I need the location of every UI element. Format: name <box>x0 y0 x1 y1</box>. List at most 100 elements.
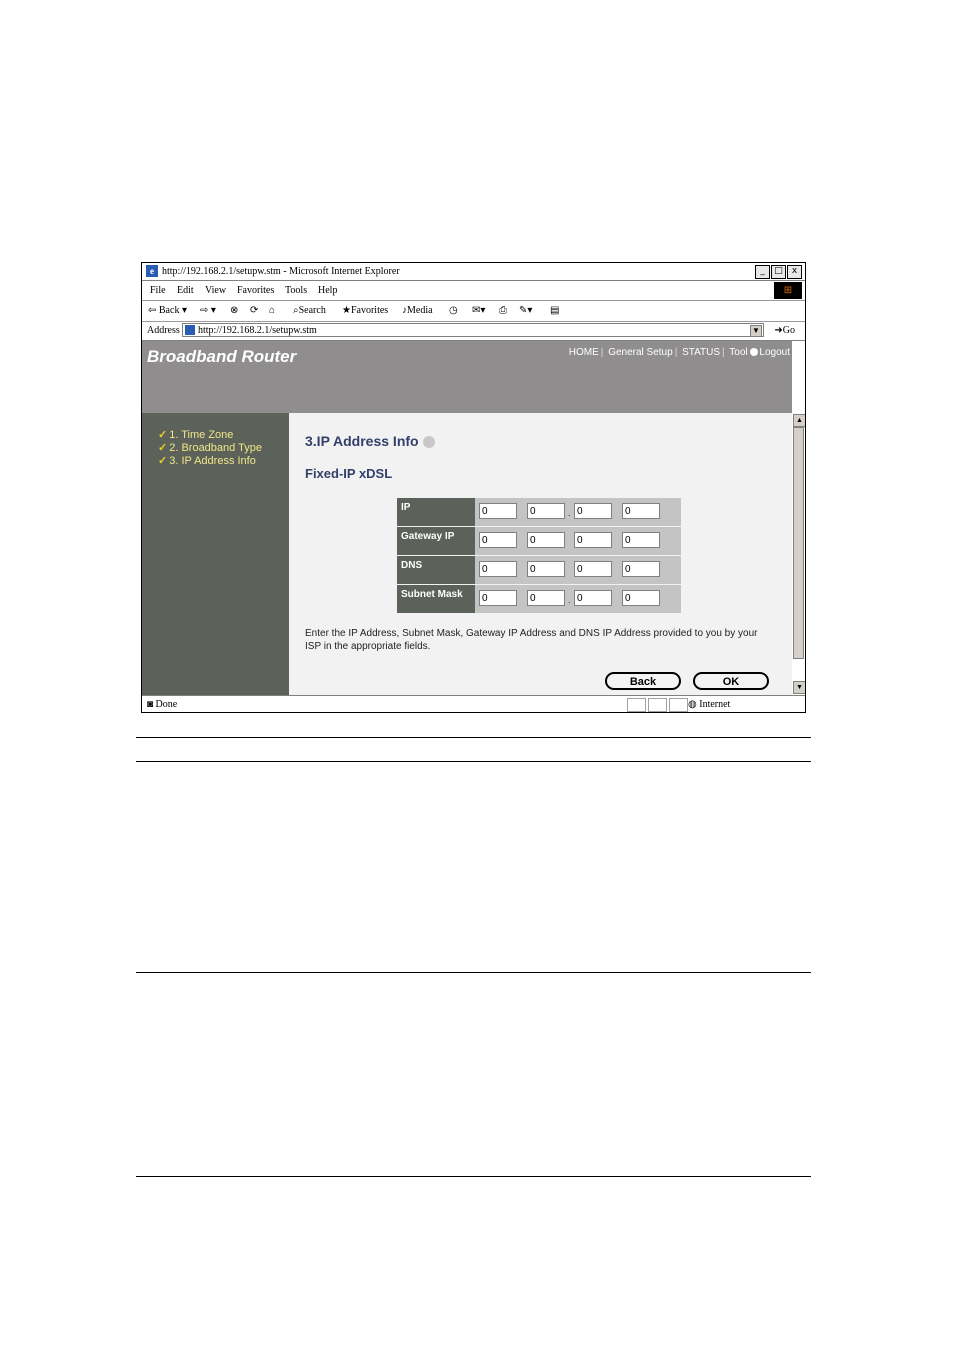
ip-octet-1[interactable] <box>479 503 517 519</box>
window-controls: _ □ x <box>755 265 802 279</box>
forward-arrow-icon: ⇨ <box>200 305 209 316</box>
router-page: Broadband Router HOME | General Setup | ST… <box>142 341 792 695</box>
status-cells <box>627 698 688 712</box>
back-arrow-icon: ⇦ <box>148 305 157 316</box>
ip-fields: . <box>475 498 681 527</box>
nav-home[interactable]: HOME <box>569 347 599 358</box>
wizard-steps-panel: ✓ 1. Time Zone ✓ 2. Broadband Type ✓ 3. IP … <box>142 413 289 695</box>
edit-icon[interactable]: ✎▾ <box>519 305 532 316</box>
nav-status[interactable]: STATUS <box>682 347 720 358</box>
menu-edit[interactable]: Edit <box>177 285 194 296</box>
favorites-button[interactable]: ★Favorites <box>342 305 388 316</box>
gateway-octet-3[interactable] <box>574 532 612 548</box>
browser-window: e http://192.168.2.1/setupw.stm - Micros… <box>141 262 806 713</box>
menu-view[interactable]: View <box>205 285 226 296</box>
gateway-octet-4[interactable] <box>622 532 660 548</box>
brand-title: Broadband Router <box>147 347 297 366</box>
step-broadband-type[interactable]: ✓ 2. Broadband Type <box>158 441 262 454</box>
print-icon[interactable]: ⎙ <box>499 305 507 316</box>
mail-icon[interactable]: ✉▾ <box>472 305 485 316</box>
address-value: http://192.168.2.1/setupw.stm <box>198 325 317 336</box>
gateway-octet-1[interactable] <box>479 532 517 548</box>
ip-settings-table: IP . Gateway IP <box>397 498 681 614</box>
step-time-zone[interactable]: ✓ 1. Time Zone <box>158 428 233 441</box>
menu-help[interactable]: Help <box>318 285 337 296</box>
router-banner: Broadband Router HOME | General Setup | ST… <box>142 341 792 413</box>
subnet-octet-4[interactable] <box>622 590 660 606</box>
back-button[interactable]: Back <box>605 672 681 690</box>
minimize-button[interactable]: _ <box>755 265 770 279</box>
ip-octet-4[interactable] <box>622 503 660 519</box>
nav-tool[interactable]: Tool <box>729 347 747 358</box>
divider <box>136 1176 811 1177</box>
nav-logout[interactable]: Logout <box>759 347 790 358</box>
title-bar: e http://192.168.2.1/setupw.stm - Micros… <box>142 263 805 281</box>
top-nav: HOME | General Setup | STATUS | Tool Logout <box>568 347 790 358</box>
nav-general-setup[interactable]: General Setup <box>608 347 673 358</box>
page-status-icon: ◙ <box>147 699 154 710</box>
subnet-octet-3[interactable] <box>574 590 612 606</box>
address-label: Address <box>147 325 180 336</box>
stop-icon[interactable]: ⊗ <box>230 305 238 316</box>
subnet-fields: . <box>475 584 681 614</box>
windows-logo-icon: ⊞ <box>774 282 802 299</box>
history-icon[interactable]: ◷ <box>449 305 458 316</box>
page-title: 3.IP Address Info <box>305 433 435 449</box>
scroll-down-icon[interactable]: ▼ <box>793 681 805 694</box>
discuss-icon[interactable]: ▤ <box>550 305 559 316</box>
gateway-fields <box>475 526 681 556</box>
instruction-text: Enter the IP Address, Subnet Mask, Gatew… <box>305 628 758 652</box>
ip-octet-2[interactable] <box>527 503 565 519</box>
browser-toolbar: ⇦ Back ▾ ⇨ ▾ ⊗ ⟳ ⌂ ⌕Search ★Favorites ♪M… <box>142 301 805 322</box>
row-label-gateway-ip: Gateway IP <box>397 526 475 556</box>
globe-icon: ◍ <box>688 699 697 710</box>
divider <box>136 761 811 762</box>
ip-octet-3[interactable] <box>574 503 612 519</box>
checkmark-icon: ✓ <box>158 429 168 441</box>
close-button[interactable]: x <box>787 265 802 279</box>
help-icon[interactable] <box>422 436 435 449</box>
gateway-octet-2[interactable] <box>527 532 565 548</box>
forward-button[interactable]: ⇨ ▾ <box>200 305 216 316</box>
step-ip-address-info[interactable]: ✓ 3. IP Address Info <box>158 454 256 467</box>
back-button[interactable]: ⇦ Back ▾ <box>148 305 187 316</box>
status-text: ◙ Done <box>147 699 178 710</box>
search-button[interactable]: ⌕Search <box>293 305 326 316</box>
row-label-ip: IP <box>397 498 475 527</box>
menu-bar: File Edit View Favorites Tools Help ⊞ <box>142 281 805 301</box>
ie-icon: e <box>146 265 158 277</box>
table-row: Gateway IP <box>397 526 681 556</box>
go-button[interactable]: ➜Go <box>774 325 795 336</box>
security-zone: ◍ Internet <box>688 699 731 710</box>
ok-button[interactable]: OK <box>693 672 769 690</box>
menu-tools[interactable]: Tools <box>285 285 307 296</box>
vertical-scrollbar[interactable]: ▲ ▼ <box>792 341 805 695</box>
scroll-thumb[interactable] <box>793 427 804 659</box>
row-label-dns: DNS <box>397 555 475 585</box>
subnet-octet-2[interactable] <box>527 590 565 606</box>
address-dropdown-icon[interactable]: ▼ <box>750 325 762 337</box>
page-icon <box>185 325 195 335</box>
dns-octet-1[interactable] <box>479 561 517 577</box>
dns-octet-3[interactable] <box>574 561 612 577</box>
status-bar: ◙ Done ◍ Internet <box>142 695 805 712</box>
menu-file[interactable]: File <box>150 285 166 296</box>
go-arrow-icon: ➜ <box>774 325 783 336</box>
refresh-icon[interactable]: ⟳ <box>250 305 258 316</box>
window-title: http://192.168.2.1/setupw.stm - Microsof… <box>162 266 400 277</box>
maximize-button[interactable]: □ <box>771 265 786 279</box>
favorites-icon: ★ <box>342 305 351 316</box>
dns-octet-2[interactable] <box>527 561 565 577</box>
dns-octet-4[interactable] <box>622 561 660 577</box>
logout-icon <box>750 348 759 357</box>
scroll-up-icon[interactable]: ▲ <box>793 414 805 427</box>
home-icon[interactable]: ⌂ <box>269 305 275 316</box>
table-row: IP . <box>397 498 681 527</box>
main-panel: 3.IP Address Info Fixed-IP xDSL IP . Gat… <box>289 413 792 695</box>
menu-favorites[interactable]: Favorites <box>237 285 274 296</box>
subnet-octet-1[interactable] <box>479 590 517 606</box>
media-button[interactable]: ♪Media <box>402 305 433 316</box>
address-input[interactable]: http://192.168.2.1/setupw.stm ▼ <box>182 323 764 337</box>
divider <box>136 972 811 973</box>
checkmark-icon: ✓ <box>158 442 168 454</box>
